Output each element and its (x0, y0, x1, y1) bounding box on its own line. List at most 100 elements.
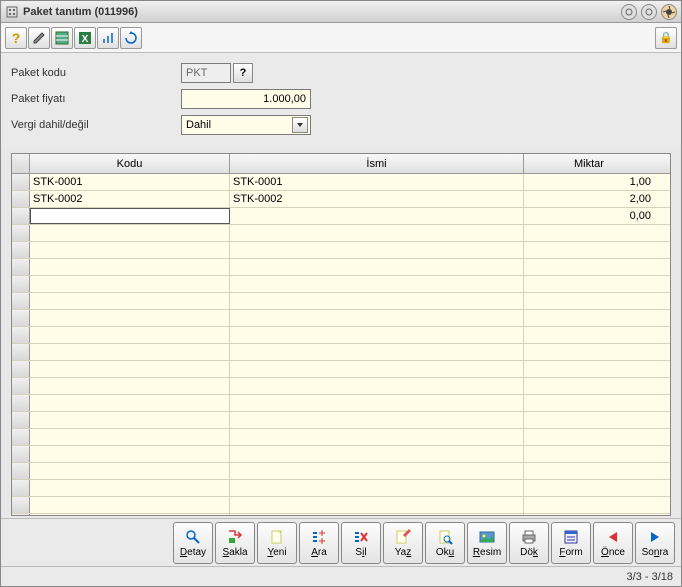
sil-button[interactable]: Sil (341, 522, 381, 564)
row-selector[interactable] (12, 463, 30, 479)
paket-kodu-label: Paket kodu (11, 67, 181, 79)
table-row[interactable] (12, 361, 670, 378)
table-row[interactable] (12, 480, 670, 497)
row-selector[interactable] (12, 293, 30, 309)
paket-kodu-field[interactable] (181, 63, 231, 83)
app-icon (5, 5, 19, 19)
row-selector[interactable] (12, 378, 30, 394)
detay-button[interactable]: Detay (173, 522, 213, 564)
form-button[interactable]: Form (551, 522, 591, 564)
row-selector[interactable] (12, 480, 30, 496)
lock-button[interactable]: 🔒 (655, 27, 677, 49)
paket-fiyati-field[interactable] (181, 89, 311, 109)
svg-text:X: X (82, 34, 89, 45)
action-label: Form (559, 547, 582, 558)
table-row[interactable] (12, 327, 670, 344)
data-grid[interactable]: Kodu İsmi Miktar STK-0001 STK-0001 1,00 … (11, 153, 671, 516)
table-row[interactable]: STK-0002 STK-0002 2,00 (12, 191, 670, 208)
row-selector[interactable] (12, 208, 30, 224)
search-icon (310, 528, 328, 546)
table-row[interactable] (12, 514, 670, 515)
arrow-right-icon (646, 528, 664, 546)
once-button[interactable]: Önce (593, 522, 633, 564)
oku-button[interactable]: Oku (425, 522, 465, 564)
excel-button[interactable]: X (74, 27, 96, 49)
col-header-kodu[interactable]: Kodu (30, 154, 230, 173)
table-row[interactable] (12, 429, 670, 446)
minimize-button[interactable] (621, 4, 637, 20)
table-row[interactable] (12, 412, 670, 429)
cell-kodu[interactable]: STK-0002 (30, 191, 230, 207)
table-row[interactable] (12, 225, 670, 242)
maximize-button[interactable] (641, 4, 657, 20)
help-button[interactable]: ? (5, 27, 27, 49)
table-row[interactable] (12, 446, 670, 463)
table-row[interactable] (12, 378, 670, 395)
edit-button[interactable] (28, 27, 50, 49)
resim-button[interactable]: Resim (467, 522, 507, 564)
ara-button[interactable]: Ara (299, 522, 339, 564)
col-header-ismi[interactable]: İsmi (230, 154, 524, 173)
chevron-down-icon[interactable] (292, 117, 308, 133)
row-selector-header[interactable] (12, 154, 30, 173)
cell-miktar[interactable]: 1,00 (524, 174, 654, 190)
cell-kodu[interactable]: STK-0001 (30, 174, 230, 190)
row-selector[interactable] (12, 225, 30, 241)
cell-ismi[interactable]: STK-0001 (230, 174, 524, 190)
table-row[interactable] (12, 344, 670, 361)
row-selector[interactable] (12, 242, 30, 258)
form-icon (562, 528, 580, 546)
image-icon (478, 528, 496, 546)
row-selector[interactable] (12, 446, 30, 462)
action-label: Yaz (395, 547, 412, 558)
action-label: Oku (436, 547, 454, 558)
cell-ismi[interactable] (230, 208, 524, 224)
table-row[interactable]: STK-0001 STK-0001 1,00 (12, 174, 670, 191)
row-selector[interactable] (12, 174, 30, 190)
refresh-button[interactable] (120, 27, 142, 49)
yeni-button[interactable]: Yeni (257, 522, 297, 564)
row-selector[interactable] (12, 395, 30, 411)
row-selector[interactable] (12, 497, 30, 513)
row-selector[interactable] (12, 191, 30, 207)
table-row[interactable] (12, 242, 670, 259)
grid-button[interactable] (51, 27, 73, 49)
row-selector[interactable] (12, 276, 30, 292)
chart-button[interactable] (97, 27, 119, 49)
cell-kodu-active[interactable] (30, 208, 230, 224)
sakla-button[interactable]: Sakla (215, 522, 255, 564)
cell-ismi[interactable]: STK-0002 (230, 191, 524, 207)
cell-miktar[interactable]: 0,00 (524, 208, 654, 224)
table-row[interactable] (12, 463, 670, 480)
action-label: Yeni (267, 547, 286, 558)
close-button[interactable] (661, 4, 677, 20)
new-icon (268, 528, 286, 546)
paket-kodu-lookup-button[interactable]: ? (233, 63, 253, 83)
titlebar[interactable]: Paket tanıtım (011996) (1, 1, 681, 23)
col-header-miktar[interactable]: Miktar (524, 154, 654, 173)
arrow-left-icon (604, 528, 622, 546)
sonra-button[interactable]: Sonra (635, 522, 675, 564)
table-row[interactable]: 0,00 (12, 208, 670, 225)
save-icon (226, 528, 244, 546)
table-row[interactable] (12, 276, 670, 293)
row-selector[interactable] (12, 514, 30, 515)
table-row[interactable] (12, 259, 670, 276)
row-selector[interactable] (12, 259, 30, 275)
table-row[interactable] (12, 497, 670, 514)
row-selector[interactable] (12, 327, 30, 343)
action-toolbar: Detay Sakla Yeni Ara Sil Yaz Oku Resim (1, 518, 681, 566)
row-selector[interactable] (12, 310, 30, 326)
table-row[interactable] (12, 293, 670, 310)
vergi-select[interactable]: Dahil (181, 115, 311, 135)
table-row[interactable] (12, 395, 670, 412)
row-selector[interactable] (12, 361, 30, 377)
row-selector[interactable] (12, 344, 30, 360)
yaz-button[interactable]: Yaz (383, 522, 423, 564)
row-selector[interactable] (12, 412, 30, 428)
grid-body[interactable]: STK-0001 STK-0001 1,00 STK-0002 STK-0002… (12, 174, 670, 515)
dok-button[interactable]: Dök (509, 522, 549, 564)
cell-miktar[interactable]: 2,00 (524, 191, 654, 207)
row-selector[interactable] (12, 429, 30, 445)
table-row[interactable] (12, 310, 670, 327)
